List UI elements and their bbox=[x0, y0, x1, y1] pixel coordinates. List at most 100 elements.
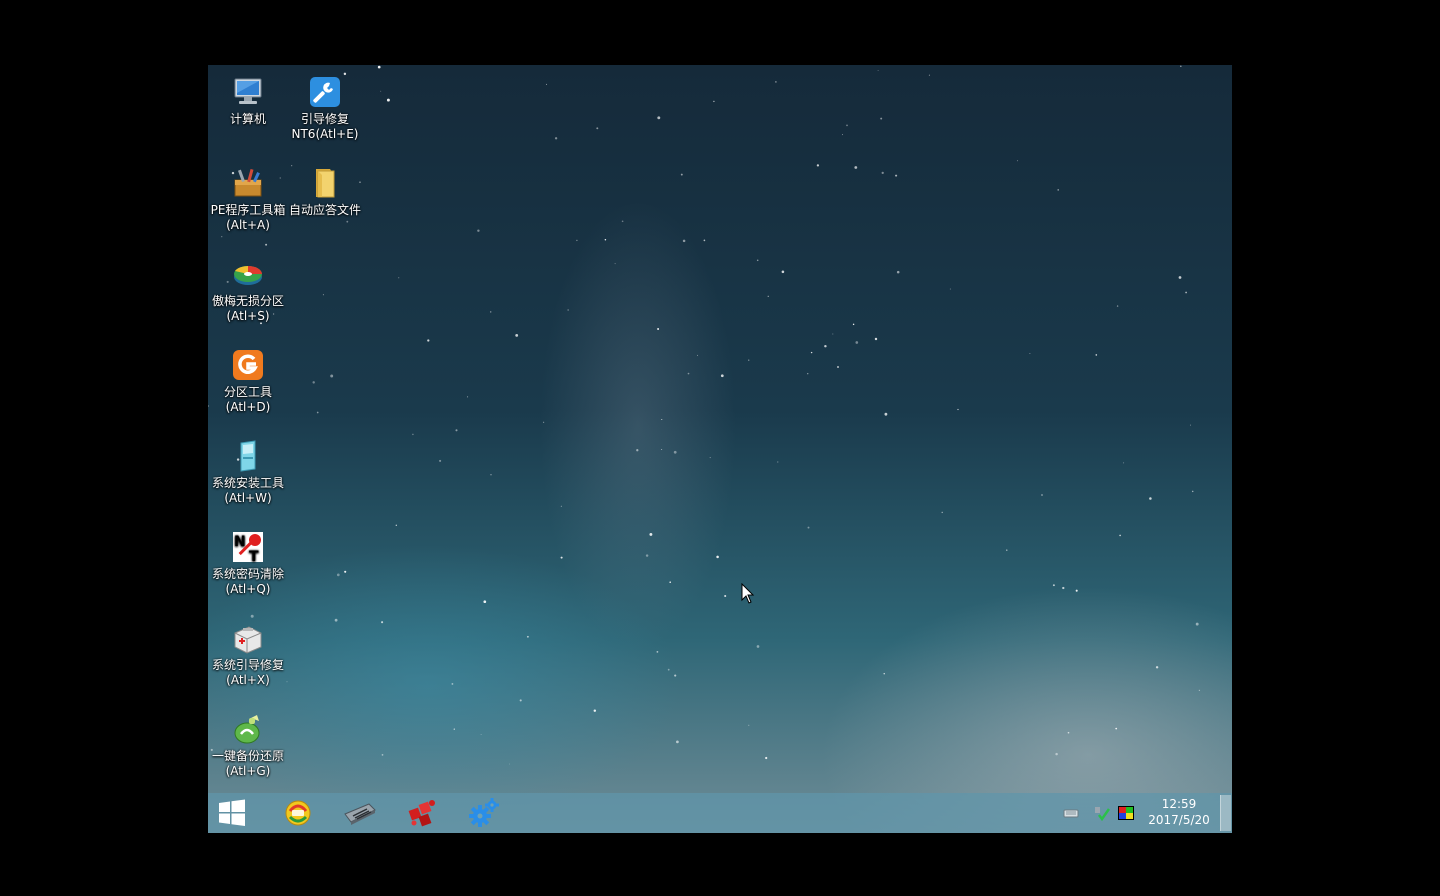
diskgenius-icon bbox=[233, 350, 263, 380]
star bbox=[1185, 291, 1187, 294]
taskbar-settings-button[interactable] bbox=[462, 795, 506, 831]
star bbox=[330, 374, 334, 378]
star bbox=[480, 734, 482, 735]
winpe-tool-icon bbox=[285, 800, 311, 826]
star bbox=[855, 341, 859, 344]
star bbox=[682, 239, 686, 243]
star bbox=[680, 173, 683, 176]
star bbox=[467, 396, 469, 398]
desktop-icon-partition-tool[interactable]: 分区工具 (Atl+D) bbox=[208, 343, 288, 423]
star bbox=[676, 740, 679, 744]
star bbox=[928, 74, 930, 76]
star bbox=[880, 117, 883, 120]
taskbar-clock[interactable]: 12:59 2017/5/20 bbox=[1138, 796, 1220, 830]
desktop-icon-auto-answer[interactable]: 自动应答文件 bbox=[285, 161, 365, 241]
taskbar-memory-button[interactable] bbox=[338, 795, 382, 831]
star bbox=[756, 259, 759, 262]
first-aid-kit-icon bbox=[234, 626, 262, 654]
star bbox=[519, 699, 522, 702]
desktop-icon-pe-toolbox[interactable]: PE程序工具箱 (Alt+A) bbox=[208, 161, 288, 241]
svg-text:T: T bbox=[249, 549, 259, 564]
taskbar-puzzle-button[interactable] bbox=[400, 795, 444, 831]
star bbox=[674, 674, 677, 677]
star bbox=[614, 263, 616, 265]
memory-module-icon bbox=[344, 803, 376, 825]
show-desktop-button[interactable] bbox=[1220, 795, 1231, 831]
star bbox=[265, 243, 268, 246]
computer-icon bbox=[234, 78, 262, 104]
star bbox=[395, 524, 397, 526]
star bbox=[554, 137, 558, 140]
star bbox=[636, 449, 639, 452]
star bbox=[1062, 586, 1065, 590]
star bbox=[667, 668, 670, 671]
star bbox=[604, 239, 607, 241]
mouse-cursor-icon bbox=[741, 583, 755, 604]
star bbox=[1123, 462, 1125, 464]
color-display-icon[interactable] bbox=[1118, 805, 1134, 821]
star bbox=[1016, 160, 1019, 162]
star bbox=[377, 65, 381, 69]
desktop-icon-boot-repair-nt6[interactable]: 引导修复 NT6(Atl+E) bbox=[285, 70, 365, 150]
star bbox=[656, 651, 659, 653]
star bbox=[1195, 622, 1199, 626]
star bbox=[842, 134, 843, 136]
star bbox=[1075, 589, 1078, 592]
star bbox=[661, 419, 663, 420]
star bbox=[645, 554, 649, 557]
star bbox=[543, 421, 545, 423]
desktop-icon-partition-assistant[interactable]: 傲梅无损分区 (Atl+S) bbox=[208, 252, 288, 332]
windows-logo-icon bbox=[219, 799, 245, 826]
star bbox=[748, 724, 750, 726]
star bbox=[1052, 584, 1055, 587]
star bbox=[489, 311, 492, 313]
star bbox=[546, 83, 547, 85]
star bbox=[1041, 494, 1043, 496]
toolbox-icon bbox=[234, 168, 262, 197]
icon-label: PE程序工具箱 bbox=[210, 203, 286, 217]
icon-hotkey: (Atl+S) bbox=[226, 309, 270, 323]
network-check-icon[interactable] bbox=[1094, 805, 1110, 821]
star bbox=[703, 239, 706, 242]
icon-hotkey: NT6(Atl+E) bbox=[291, 127, 359, 141]
desktop-icon-computer[interactable]: 计算机 bbox=[208, 70, 288, 150]
ghost-restore-icon bbox=[234, 715, 260, 744]
icon-label: 计算机 bbox=[229, 112, 266, 126]
star bbox=[756, 645, 760, 648]
star bbox=[824, 344, 827, 348]
desktop-screen: 计算机 引导修复 NT6(Atl+E) PE程序工具箱 (Alt+A) 自动应答… bbox=[208, 65, 1232, 833]
star bbox=[949, 288, 951, 290]
star bbox=[576, 239, 578, 242]
star bbox=[1095, 354, 1098, 356]
star bbox=[777, 461, 779, 463]
desktop-icon-backup-restore[interactable]: 一键备份还原 (Atl+G) bbox=[208, 707, 288, 787]
star bbox=[381, 621, 384, 624]
star bbox=[1155, 666, 1159, 669]
desktop-icon-password-clear[interactable]: N T 系统密码清除 (Atl+Q) bbox=[208, 525, 288, 605]
star bbox=[748, 359, 750, 361]
star bbox=[1149, 497, 1152, 500]
star bbox=[781, 270, 785, 274]
icon-label: 分区工具 bbox=[223, 385, 272, 399]
desktop-icon-system-install[interactable]: 系统安装工具 (Atl+W) bbox=[208, 434, 288, 514]
keyboard-icon[interactable] bbox=[1063, 805, 1079, 821]
star bbox=[1057, 189, 1059, 191]
start-button[interactable] bbox=[210, 795, 254, 831]
star bbox=[1198, 689, 1201, 692]
icon-hotkey: (Atl+G) bbox=[225, 764, 271, 778]
star bbox=[673, 450, 677, 454]
star bbox=[810, 351, 813, 354]
star bbox=[837, 366, 839, 368]
nt-password-icon: N T bbox=[233, 532, 263, 564]
icon-hotkey: (Alt+A) bbox=[226, 218, 270, 232]
clock-date: 2017/5/20 bbox=[1148, 813, 1210, 827]
star bbox=[854, 166, 858, 169]
star bbox=[336, 573, 340, 577]
star bbox=[322, 294, 324, 296]
star bbox=[526, 635, 529, 638]
star bbox=[852, 323, 855, 326]
taskbar-winpe-tool-button[interactable] bbox=[276, 795, 320, 831]
desktop-icon-boot-fix[interactable]: 系统引导修复 (Atl+X) bbox=[208, 616, 288, 696]
star bbox=[807, 373, 809, 375]
star bbox=[832, 333, 834, 335]
